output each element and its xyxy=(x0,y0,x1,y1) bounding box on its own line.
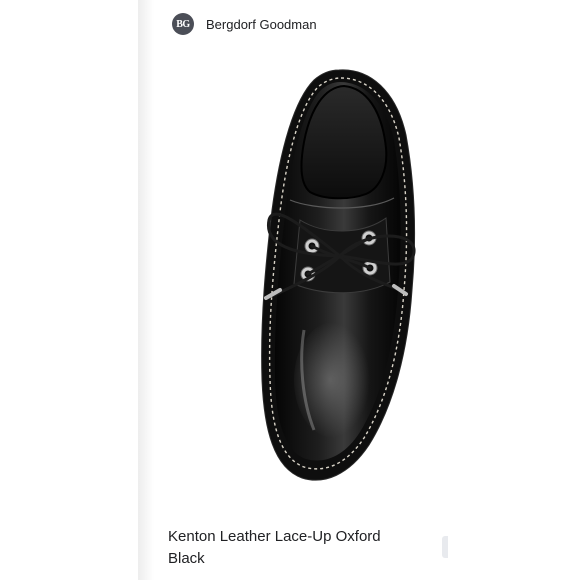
product-title-line2: Black xyxy=(168,550,205,567)
toe-highlight xyxy=(294,322,374,438)
store-name: Bergdorf Goodman xyxy=(206,16,317,32)
store-header[interactable]: BG Bergdorf Goodman xyxy=(172,10,317,38)
next-card-edge[interactable] xyxy=(442,536,448,558)
panel-shadow xyxy=(138,0,154,580)
product-image[interactable] xyxy=(154,60,460,500)
product-title[interactable]: Kenton Leather Lace-Up Oxford Black xyxy=(168,526,448,570)
store-logo-icon: BG xyxy=(172,13,194,35)
product-card[interactable]: BG Bergdorf Goodman Kenton Leather Lace-… xyxy=(154,0,460,580)
product-title-line1: Kenton Leather Lace-Up Oxford xyxy=(168,528,381,545)
page: BG Bergdorf Goodman Kenton Leather Lace-… xyxy=(0,0,580,580)
